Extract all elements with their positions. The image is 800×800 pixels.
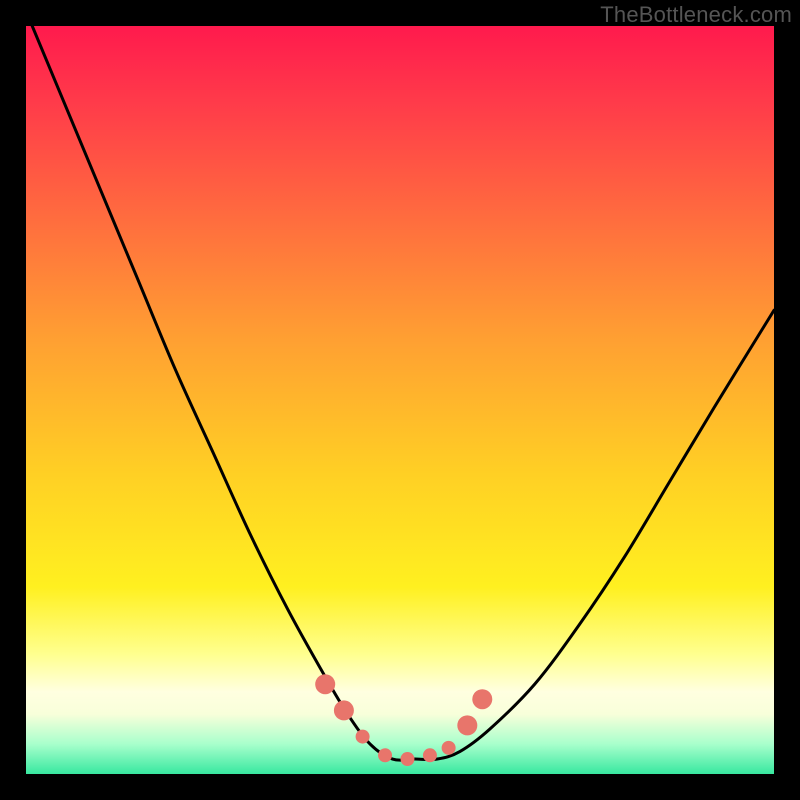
curve-marker: [400, 752, 414, 766]
curve-marker: [378, 748, 392, 762]
curve-marker: [442, 741, 456, 755]
bottleneck-curve: [26, 26, 774, 774]
curve-marker: [315, 674, 335, 694]
curve-marker: [472, 689, 492, 709]
curve-marker: [334, 700, 354, 720]
plot-area: [26, 26, 774, 774]
curve-marker: [423, 748, 437, 762]
curve-marker: [356, 730, 370, 744]
curve-marker: [457, 715, 477, 735]
watermark-text: TheBottleneck.com: [600, 2, 792, 28]
